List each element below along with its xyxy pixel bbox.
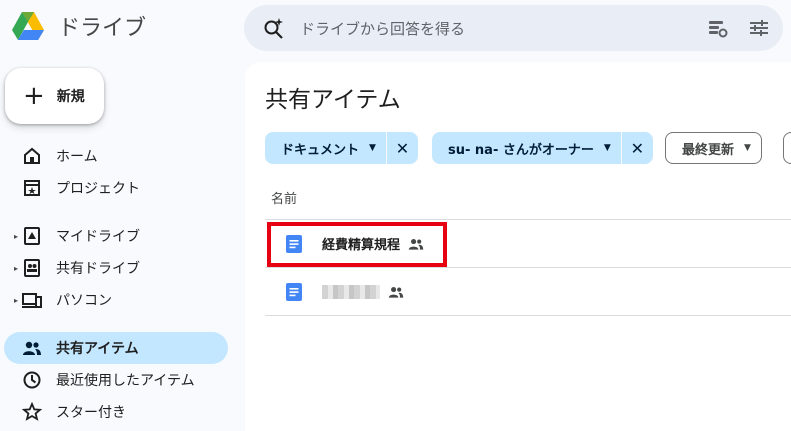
expand-caret-icon[interactable]: ▸ — [12, 232, 20, 241]
sidebar-item-label: 共有ドライブ — [56, 261, 140, 277]
sidebar-item-label: ホーム — [56, 149, 98, 165]
clear-filter-owner-button[interactable]: ✕ — [620, 132, 653, 164]
clear-filter-type-button[interactable]: ✕ — [385, 132, 418, 164]
app-title: ドライブ — [58, 16, 147, 41]
sidebar-item-my-drive[interactable]: ▸ マイドライブ — [4, 220, 228, 252]
sidebar-item-projects[interactable]: プロジェクト — [4, 172, 228, 204]
star-icon — [22, 402, 42, 421]
chevron-down-icon: ▼ — [603, 143, 611, 153]
shared-people-icon — [388, 286, 404, 298]
chevron-down-icon: ▼ — [369, 143, 376, 153]
filter-chip-type-toggle[interactable]: ドキュメント ▼ — [265, 132, 386, 164]
my-drive-icon — [24, 227, 40, 245]
annotation-highlight-box — [267, 222, 447, 267]
search-sparkle-icon — [264, 18, 283, 39]
shared-drives-icon — [24, 259, 40, 277]
filter-chip-type[interactable]: ドキュメント ▼ ✕ — [265, 132, 418, 164]
home-icon — [24, 147, 40, 164]
table-row[interactable] — [265, 268, 791, 315]
chevron-down-icon: ▼ — [744, 143, 751, 153]
sidebar-item-recent[interactable]: 最近使用したアイテム — [4, 364, 228, 396]
sidebar-item-computers[interactable]: ▸ パソコン — [4, 284, 228, 316]
sidebar-item-shared-drives[interactable]: ▸ 共有ドライブ — [4, 252, 228, 284]
file-name-redacted — [322, 284, 380, 299]
sidebar-item-label: プロジェクト — [56, 181, 140, 197]
computers-icon — [22, 293, 42, 308]
sidebar-item-label: 共有アイテム — [56, 341, 139, 357]
sidebar-item-starred[interactable]: スター付き — [4, 396, 228, 428]
drive-logo-icon — [12, 12, 44, 40]
filter-chip-label: su- na- さんがオーナー — [448, 142, 594, 158]
expand-caret-icon[interactable]: ▸ — [12, 296, 20, 305]
divider — [265, 315, 791, 316]
new-button[interactable]: + 新規 — [5, 68, 104, 124]
page-title: 共有アイテム — [265, 87, 401, 113]
clock-icon — [23, 371, 41, 389]
filter-chip-owner[interactable]: su- na- さんがオーナー ▼ ✕ — [432, 132, 653, 164]
sidebar-item-label: マイドライブ — [56, 229, 140, 245]
search-settings-icon[interactable] — [705, 16, 729, 40]
filter-sliders-icon[interactable] — [747, 16, 771, 40]
filter-chip-owner-toggle[interactable]: su- na- さんがオーナー ▼ — [432, 132, 621, 164]
google-doc-icon — [286, 282, 302, 301]
sidebar-item-home[interactable]: ホーム — [4, 140, 228, 172]
filter-chip-label: ドキュメント — [281, 142, 360, 158]
search-input[interactable]: ドライブから回答を得る — [300, 18, 687, 39]
sidebar-item-label: パソコン — [56, 293, 112, 309]
sidebar-item-label: スター付き — [56, 405, 126, 421]
sidebar-item-shared-with-me[interactable]: 共有アイテム — [4, 332, 228, 364]
sidebar-item-label: 最近使用したアイテム — [56, 373, 195, 389]
column-header-name[interactable]: 名前 — [271, 188, 297, 207]
filter-chip-modified[interactable]: 最終更新 ▼ — [665, 132, 762, 164]
new-button-label: 新規 — [56, 89, 85, 105]
drive-logo[interactable]: ドライブ — [10, 8, 146, 44]
shared-people-icon — [23, 341, 41, 355]
plus-icon: + — [23, 81, 45, 111]
expand-caret-icon[interactable]: ▸ — [12, 264, 20, 273]
filter-chip-modified-toggle[interactable]: 最終更新 ▼ — [666, 133, 761, 163]
filter-chip-label: 最終更新 — [682, 142, 735, 158]
search-bar[interactable]: ドライブから回答を得る — [244, 5, 783, 51]
project-icon — [24, 180, 40, 196]
filter-chip-more[interactable] — [783, 132, 791, 164]
